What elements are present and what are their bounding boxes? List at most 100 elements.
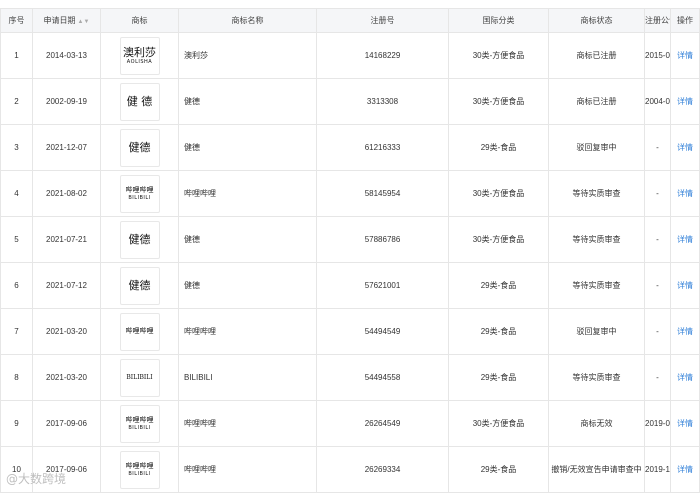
logo-subtext: AOLISHA <box>126 58 153 65</box>
logo-cell: BILIBILI <box>100 354 179 401</box>
index-cell: 2 <box>0 78 33 125</box>
apply-date-cell: 2014-03-13 <box>32 32 101 79</box>
intl-class-cell: 30类-方便食品 <box>448 78 549 125</box>
status-cell: 等待实质审查 <box>548 216 645 263</box>
pub-date-cell: - <box>644 354 671 401</box>
pub-date-cell: 2004-03-14 <box>644 78 671 125</box>
table-row: 8 2021-03-20 BILIBILI BILIBILI 54494558 29类-食… <box>0 354 700 401</box>
trademark-logo-image: BILIBILI <box>119 358 160 397</box>
reg-no-cell: 14168229 <box>316 32 449 79</box>
logo-text: 健德 <box>128 279 151 292</box>
intl-class-cell: 29类-食品 <box>448 308 549 355</box>
apply-date-cell: 2021-03-20 <box>32 308 101 355</box>
trademark-logo-image: 健德 <box>119 266 160 305</box>
table-row: 2 2002-09-19 健 德 健德 3313308 30类-方便食品 商标已注册 2004… <box>0 78 700 125</box>
logo-cell: 澳利莎 AOLISHA <box>100 32 179 79</box>
op-detail-link[interactable]: 详情 <box>670 308 700 355</box>
op-detail-link[interactable]: 详情 <box>670 170 700 217</box>
pub-date-cell: - <box>644 262 671 309</box>
name-cell: 健德 <box>178 78 317 125</box>
trademark-logo-image: 哔哩哔哩 BILIBILI <box>119 174 160 213</box>
op-detail-link[interactable]: 详情 <box>670 78 700 125</box>
apply-date-cell: 2002-09-19 <box>32 78 101 125</box>
trademark-logo-image: 健德 <box>119 220 160 259</box>
reg-no-cell: 54494549 <box>316 308 449 355</box>
logo-text: 哔哩哔哩 <box>125 415 154 424</box>
intl-class-cell: 30类-方便食品 <box>448 400 549 447</box>
header-op: 操作 <box>670 8 700 33</box>
table-header-row: 序号 申请日期▲▼ 商标 商标名称 注册号 国际分类 商标状态 注册公告日期▲▼… <box>0 8 700 33</box>
trademark-logo-image: 健德 <box>119 128 160 167</box>
op-detail-link[interactable]: 详情 <box>670 446 700 493</box>
logo-subtext: BILIBILI <box>128 194 151 201</box>
op-detail-link[interactable]: 详情 <box>670 262 700 309</box>
logo-cell: 健德 <box>100 262 179 309</box>
logo-cell: 健 德 <box>100 78 179 125</box>
apply-date-cell: 2021-12-07 <box>32 124 101 171</box>
intl-class-cell: 29类-食品 <box>448 446 549 493</box>
pub-date-cell: 2019-12-21 <box>644 446 671 493</box>
reg-no-cell: 26269334 <box>316 446 449 493</box>
trademark-logo-image: 澳利莎 AOLISHA <box>119 36 160 75</box>
header-logo: 商标 <box>100 8 179 33</box>
intl-class-cell: 30类-方便食品 <box>448 32 549 79</box>
status-cell: 等待实质审查 <box>548 354 645 401</box>
status-cell: 商标已注册 <box>548 32 645 79</box>
table-row: 9 2017-09-06 哔哩哔哩 BILIBILI 哔哩哔哩 26264549 30类-方… <box>0 400 700 447</box>
reg-no-cell: 57886786 <box>316 216 449 263</box>
pub-date-cell: 2015-09-07 <box>644 32 671 79</box>
logo-subtext: BILIBILI <box>128 470 151 477</box>
header-intl-class: 国际分类 <box>448 8 549 33</box>
pub-date-cell: - <box>644 124 671 171</box>
status-cell: 驳回复审中 <box>548 124 645 171</box>
trademark-logo-image: 哔哩哔哩 BILIBILI <box>119 450 160 489</box>
header-pub-date[interactable]: 注册公告日期▲▼ <box>644 8 671 33</box>
header-status: 商标状态 <box>548 8 645 33</box>
op-detail-link[interactable]: 详情 <box>670 354 700 401</box>
status-cell: 商标已注册 <box>548 78 645 125</box>
logo-text: 哔哩哔哩 <box>125 461 154 470</box>
status-cell: 等待实质审查 <box>548 170 645 217</box>
logo-subtext: BILIBILI <box>128 424 151 431</box>
name-cell: 哔哩哔哩 <box>178 400 317 447</box>
trademark-logo-image: 健 德 <box>119 82 160 121</box>
op-detail-link[interactable]: 详情 <box>670 400 700 447</box>
header-index: 序号 <box>0 8 33 33</box>
reg-no-cell: 58145954 <box>316 170 449 217</box>
apply-date-cell: 2021-07-12 <box>32 262 101 309</box>
logo-cell: 哔哩哔哩 <box>100 308 179 355</box>
intl-class-cell: 29类-食品 <box>448 124 549 171</box>
index-cell: 1 <box>0 32 33 79</box>
intl-class-cell: 30类-方便食品 <box>448 216 549 263</box>
index-cell: 4 <box>0 170 33 217</box>
header-apply-date[interactable]: 申请日期 ▲▼ <box>32 8 101 33</box>
sort-icon[interactable]: ▲▼ <box>78 19 90 25</box>
apply-date-cell: 2021-03-20 <box>32 354 101 401</box>
table-row: 3 2021-12-07 健德 健德 61216333 29类-食品 驳回复审中 - 详情 <box>0 124 700 171</box>
name-cell: 哔哩哔哩 <box>178 170 317 217</box>
apply-date-cell: 2021-08-02 <box>32 170 101 217</box>
logo-text: 哔哩哔哩 <box>125 327 154 335</box>
name-cell: 健德 <box>178 216 317 263</box>
index-cell: 8 <box>0 354 33 401</box>
table-row: 5 2021-07-21 健德 健德 57886786 30类-方便食品 等待实质审查 - 详情 <box>0 216 700 263</box>
logo-text: 健 德 <box>126 95 153 108</box>
logo-cell: 哔哩哔哩 BILIBILI <box>100 170 179 217</box>
apply-date-cell: 2017-09-06 <box>32 400 101 447</box>
reg-no-cell: 26264549 <box>316 400 449 447</box>
index-cell: 5 <box>0 216 33 263</box>
table-row: 1 2014-03-13 澳利莎 AOLISHA 澳利莎 14168229 30类-方便食品… <box>0 32 700 79</box>
logo-cell: 哔哩哔哩 BILIBILI <box>100 446 179 493</box>
table-row: 7 2021-03-20 哔哩哔哩 哔哩哔哩 54494549 29类-食品 驳回复审中 - 详… <box>0 308 700 355</box>
op-detail-link[interactable]: 详情 <box>670 32 700 79</box>
op-detail-link[interactable]: 详情 <box>670 216 700 263</box>
reg-no-cell: 57621001 <box>316 262 449 309</box>
status-cell: 等待实质审查 <box>548 262 645 309</box>
reg-no-cell: 3313308 <box>316 78 449 125</box>
intl-class-cell: 29类-食品 <box>448 262 549 309</box>
index-cell: 9 <box>0 400 33 447</box>
header-reg-no: 注册号 <box>316 8 449 33</box>
apply-date-cell: 2021-07-21 <box>32 216 101 263</box>
logo-text: 健德 <box>128 233 151 246</box>
op-detail-link[interactable]: 详情 <box>670 124 700 171</box>
